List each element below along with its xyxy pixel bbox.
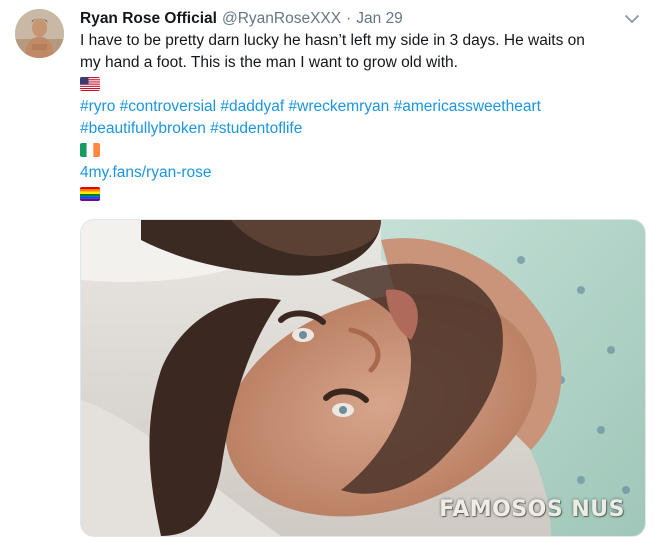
hashtags: #ryro #controversial #daddyaf #wreckemry… xyxy=(80,96,645,140)
chevron-down-icon[interactable] xyxy=(623,12,641,26)
watermark-text: FAMOSOS NUS xyxy=(439,497,625,522)
tweet-media-photo[interactable]: FAMOSOS NUS xyxy=(80,219,646,537)
avatar-image xyxy=(15,9,64,58)
profile-link[interactable]: 4my.fans/ryan-rose xyxy=(80,162,645,184)
tweet-text-line: I have to be pretty darn lucky he hasn’t… xyxy=(80,32,585,49)
rainbow-flag-icon xyxy=(80,187,100,201)
hashtag-line[interactable]: #ryro #controversial #daddyaf #wreckemry… xyxy=(80,96,645,118)
avatar[interactable] xyxy=(15,9,64,58)
tweet-text-line: my hand a foot. This is the man I want t… xyxy=(80,54,458,71)
separator-dot: · xyxy=(346,10,352,27)
ireland-flag-icon xyxy=(80,143,100,157)
user-handle[interactable]: @RyanRoseXXX xyxy=(222,8,341,30)
hashtag-line[interactable]: #beautifullybroken #studentoflife xyxy=(80,118,645,140)
tweet-text: I have to be pretty darn lucky he hasn’t… xyxy=(80,30,645,74)
tweet-date[interactable]: Jan 29 xyxy=(356,8,403,30)
tweet-header: Ryan Rose Official @RyanRoseXXX · Jan 29 xyxy=(80,8,645,30)
tweet[interactable]: Ryan Rose Official @RyanRoseXXX · Jan 29… xyxy=(0,0,660,551)
photo-image xyxy=(81,220,645,536)
display-name[interactable]: Ryan Rose Official xyxy=(80,8,217,30)
us-flag-icon xyxy=(80,77,100,91)
tweet-body: Ryan Rose Official @RyanRoseXXX · Jan 29… xyxy=(80,8,645,206)
